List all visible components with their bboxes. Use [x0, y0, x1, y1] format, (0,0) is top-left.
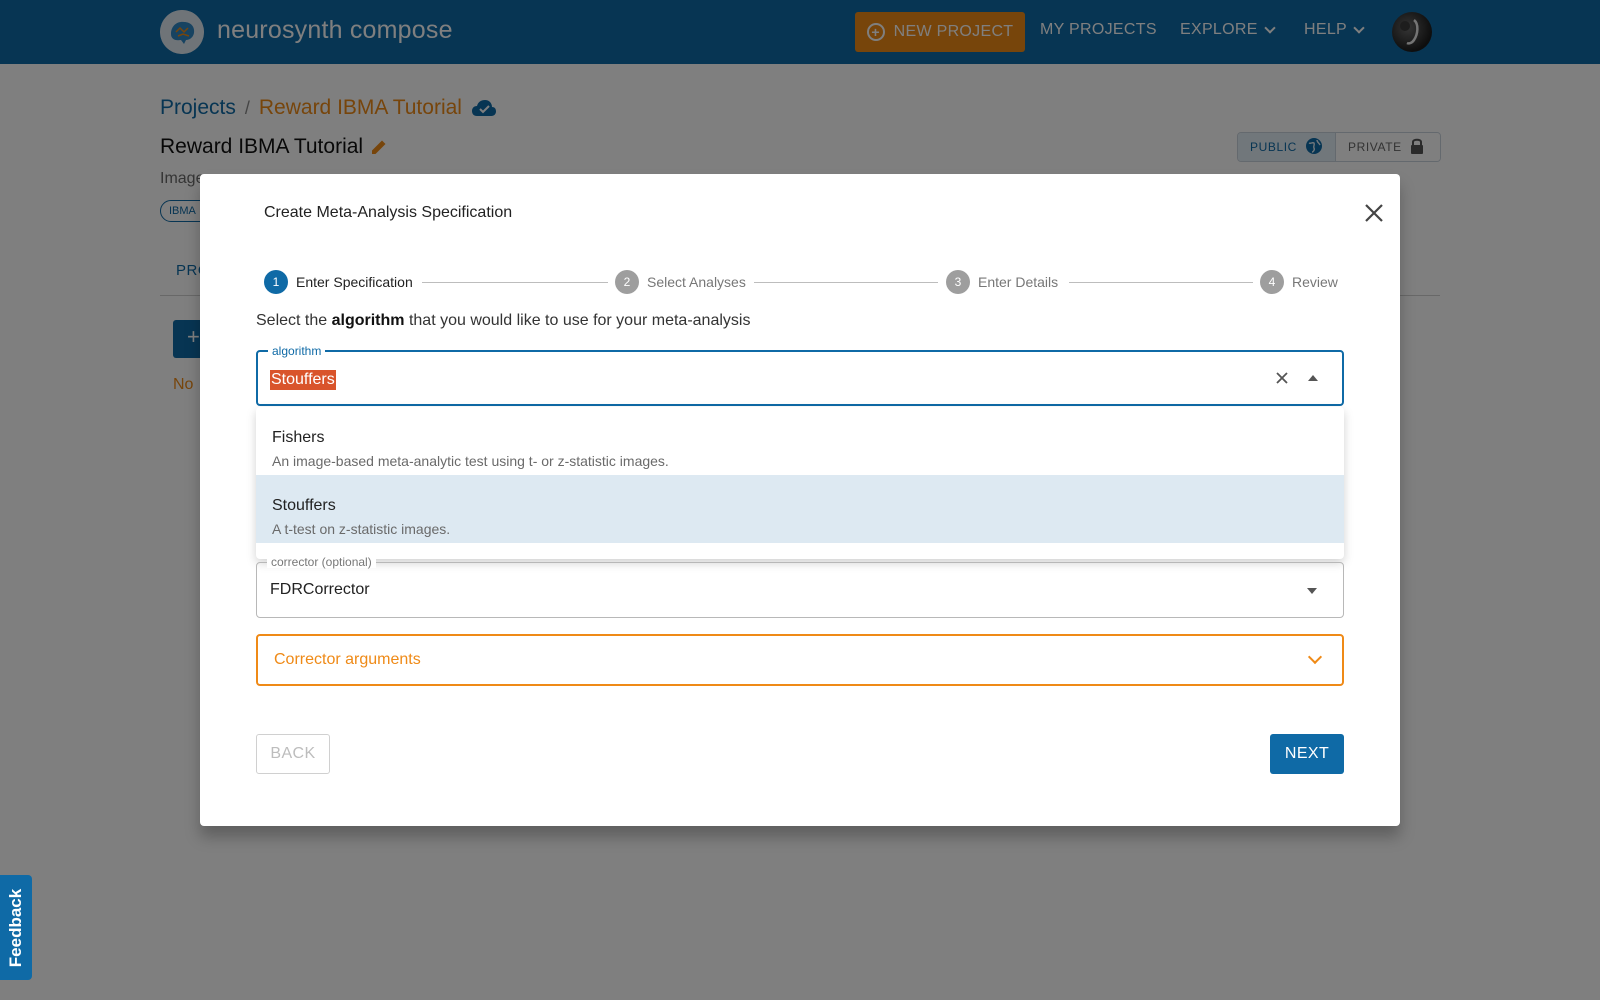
instruction-prefix: Select the	[256, 312, 328, 329]
corrector-field-label: corrector (optional)	[267, 556, 376, 568]
algorithm-field-label: algorithm	[268, 344, 326, 358]
step-number: 3	[946, 270, 970, 294]
step-label: Enter Details	[978, 274, 1059, 290]
corrector-select[interactable]: corrector (optional) FDRCorrector	[256, 556, 1344, 618]
feedback-label: Feedback	[6, 888, 25, 967]
instruction-bold: algorithm	[331, 312, 405, 329]
step-number: 1	[264, 270, 288, 294]
step-label: Select Analyses	[647, 274, 746, 290]
instruction-suffix: that you would like to use for your meta…	[408, 312, 751, 329]
step-connector	[422, 282, 608, 283]
option-description: A t-test on z-statistic images.	[272, 521, 451, 537]
algorithm-instruction: Select the algorithm that you would like…	[256, 312, 750, 330]
step-enter-specification: 1 Enter Specification	[264, 270, 413, 294]
step-label: Review	[1292, 274, 1338, 290]
option-stouffers[interactable]: Stouffers A t-test on z-statistic images…	[256, 475, 1344, 543]
algorithm-autocomplete[interactable]: algorithm Stouffers	[256, 344, 1344, 406]
close-icon[interactable]	[1362, 201, 1386, 225]
step-review: 4 Review	[1260, 270, 1338, 294]
corrector-value[interactable]: FDRCorrector	[270, 581, 370, 599]
step-connector	[754, 282, 938, 283]
chevron-down-icon	[1307, 649, 1323, 665]
step-number: 4	[1260, 270, 1284, 294]
corrector-arguments-label: Corrector arguments	[274, 651, 421, 668]
step-select-analyses: 2 Select Analyses	[615, 270, 746, 294]
algorithm-input[interactable]: Stouffers	[270, 370, 336, 390]
step-connector	[1069, 282, 1253, 283]
dialog-title: Create Meta-Analysis Specification	[264, 204, 513, 221]
option-description: An image-based meta-analytic test using …	[272, 453, 669, 469]
option-name: Fishers	[272, 429, 325, 446]
step-number: 2	[615, 270, 639, 294]
caret-down-icon[interactable]	[1307, 588, 1317, 594]
caret-up-icon[interactable]	[1308, 375, 1318, 381]
corrector-arguments-accordion[interactable]: Corrector arguments	[256, 634, 1344, 686]
algorithm-options-list: Fishers An image-based meta-analytic tes…	[256, 407, 1344, 559]
step-enter-details: 3 Enter Details	[946, 270, 1058, 294]
option-name: Stouffers	[272, 497, 336, 514]
feedback-tab[interactable]: Feedback	[0, 875, 32, 980]
step-label: Enter Specification	[296, 274, 413, 290]
stepper: 1 Enter Specification 2 Select Analyses …	[264, 270, 1338, 296]
next-button[interactable]: NEXT	[1270, 734, 1344, 774]
option-fishers[interactable]: Fishers An image-based meta-analytic tes…	[256, 407, 1344, 475]
back-button[interactable]: BACK	[256, 734, 330, 774]
create-spec-dialog: Create Meta-Analysis Specification 1 Ent…	[200, 174, 1400, 826]
clear-icon[interactable]	[1274, 370, 1290, 386]
